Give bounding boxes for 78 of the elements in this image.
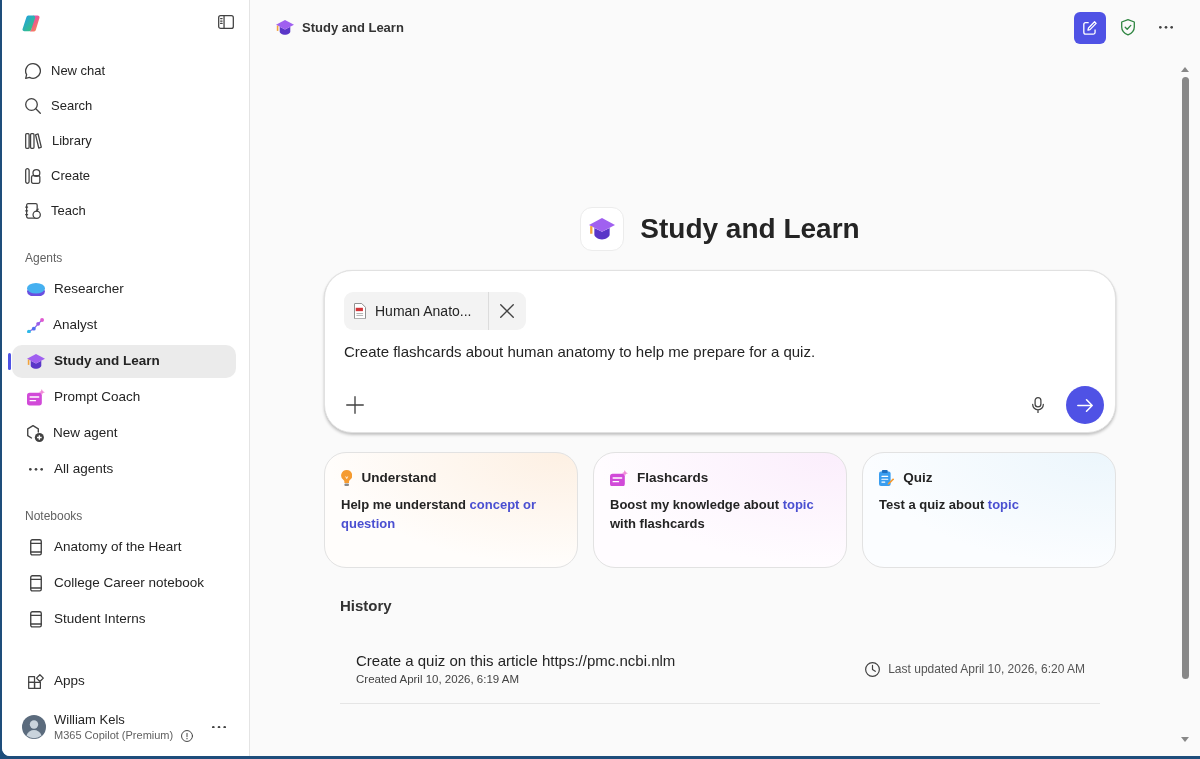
last-updated-text: Last updated April 10, 2026, 6:20 AM [888, 661, 1085, 678]
books-icon [25, 132, 42, 149]
apps-icon [28, 674, 44, 689]
chat-bubble-icon [25, 62, 41, 79]
sidebar-item[interactable]: Researcher [12, 273, 236, 306]
suggestion-text: Help me understand concept or question [341, 496, 538, 533]
sidebar-item[interactable]: Library [12, 123, 236, 158]
more-icon [212, 725, 226, 729]
page-title: Study and Learn [302, 18, 404, 37]
sidebar-item[interactable]: Analyst [12, 309, 236, 342]
plan-label: M365 Copilot (Premium) [54, 728, 174, 743]
graduation-cap-icon [27, 354, 45, 369]
graduation-cap-icon [276, 20, 294, 35]
app-logo-icon [22, 15, 40, 33]
lightbulb-icon [341, 470, 353, 486]
layered-disc-icon [27, 282, 45, 297]
sidebar-item[interactable]: College Career notebook [12, 567, 236, 600]
note-sparkle-icon [27, 389, 45, 406]
sidebar-item[interactable]: Anatomy of the Heart [12, 531, 236, 564]
new-chat-button[interactable] [1074, 11, 1106, 44]
section-heading: History [340, 596, 393, 616]
history-title[interactable]: Create a quiz on this article https://pmc.ncbi.nlm [356, 651, 676, 671]
sidebar-item[interactable]: Create [12, 158, 236, 193]
compose-icon [1083, 20, 1097, 35]
sidebar-item[interactable]: Study and Learn [12, 345, 236, 378]
arrow-icon [1077, 398, 1093, 412]
suggestion-card[interactable]: Quiz Test a quiz about topic [862, 452, 1116, 568]
graduation-cap-icon [580, 207, 625, 251]
clock-icon [865, 661, 881, 677]
notebook-apple-icon [25, 202, 41, 219]
suggestion-text: Boost my knowledge about topic with flashcards [610, 496, 815, 533]
agent-add-icon [27, 425, 44, 442]
sidebar-item[interactable]: New chat [12, 53, 236, 88]
scrollbar-thumb[interactable] [1181, 77, 1189, 679]
info-icon [181, 729, 194, 742]
pdf-file-icon [354, 302, 366, 320]
panel-icon [218, 15, 234, 29]
more-icon [1159, 26, 1173, 29]
plus-icon [346, 396, 364, 414]
sidebar-item[interactable]: Teach [12, 193, 236, 228]
user-name: William Kels [54, 711, 126, 728]
suggestion-title: Flashcards [637, 468, 709, 487]
created-date: Created April 10, 2026, 6:19 AM [356, 672, 521, 687]
message-input[interactable]: Create flashcards about human anatomy to help me prepare for a quiz. [344, 341, 1104, 363]
avatar-icon [22, 715, 46, 739]
sidebar-item[interactable]: Search [12, 88, 236, 123]
clipboard-pencil-icon [879, 470, 895, 486]
scroll-up-arrow-icon [1181, 67, 1189, 72]
suggestion-text: Test a quiz about topic [879, 496, 1020, 514]
scroll-down-arrow-icon [1181, 737, 1189, 742]
selected-indicator [8, 353, 11, 370]
sidebar-item[interactable]: Apps [12, 665, 236, 698]
notebook-icon [30, 539, 42, 556]
ellipsis-icon [29, 468, 43, 471]
section-heading: Notebooks [25, 508, 84, 525]
microphone-icon [1032, 396, 1044, 414]
sidebar-item[interactable]: All agents [12, 453, 236, 486]
connected-dots-icon [27, 317, 44, 334]
collapse-sidebar-button[interactable] [218, 15, 234, 29]
notebook-icon [30, 575, 42, 592]
shield-check-icon [1121, 19, 1135, 36]
add-button[interactable] [344, 394, 366, 416]
pen-and-shapes-icon [25, 167, 41, 184]
sidebar-item[interactable]: New agent [12, 417, 236, 450]
suggestion-card[interactable]: Understand Help me understand concept or question [324, 452, 578, 568]
notebook-icon [30, 611, 42, 628]
sidebar-item[interactable]: Student Interns [12, 603, 236, 636]
agent-title: Study and Learn [640, 212, 860, 246]
suggestion-title: Understand [361, 468, 437, 487]
sidebar-item[interactable]: Prompt Coach [12, 381, 236, 414]
note-sparkle-icon [610, 469, 628, 487]
close-icon [500, 304, 514, 318]
suggestion-title: Quiz [903, 468, 933, 487]
suggestion-card[interactable]: Flashcards Boost my knowledge about topic with flashcards [593, 452, 847, 568]
section-heading: Agents [25, 250, 64, 267]
send-button[interactable] [1066, 386, 1104, 424]
search-icon [25, 97, 41, 114]
file-name: Human Anato... [375, 301, 472, 321]
